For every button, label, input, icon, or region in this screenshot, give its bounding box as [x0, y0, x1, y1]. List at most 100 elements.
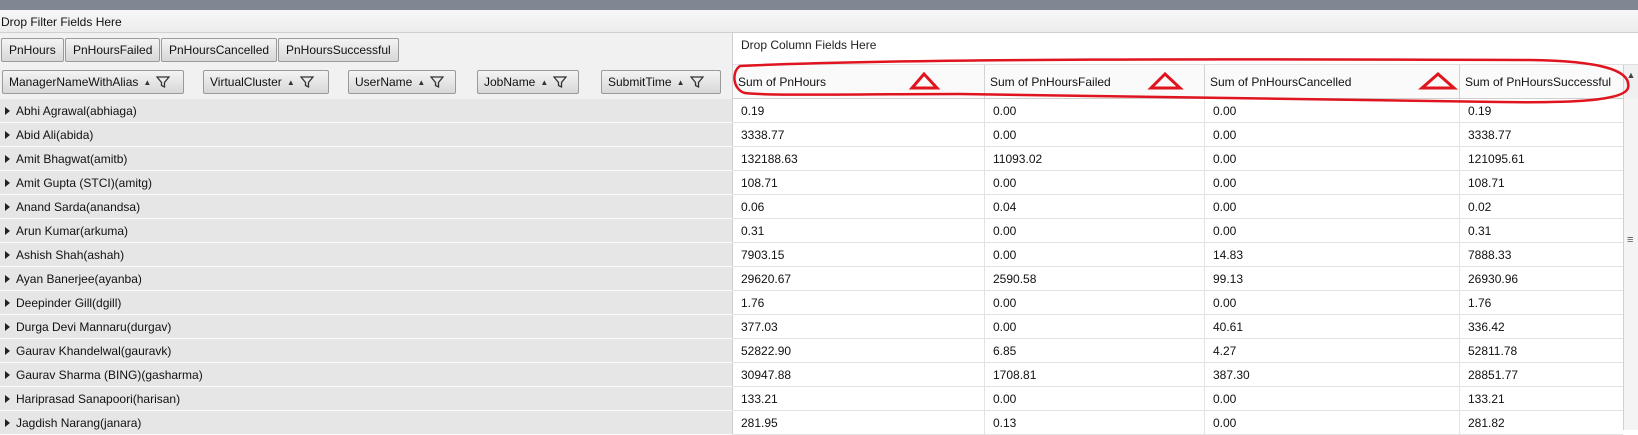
- list-item[interactable]: Hariprasad Sanapoori(harisan): [0, 387, 733, 411]
- table-cell[interactable]: 0.00: [1205, 147, 1460, 170]
- table-cell[interactable]: 2590.58: [985, 267, 1205, 290]
- list-item[interactable]: Abhi Agrawal(abhiaga): [0, 99, 733, 123]
- table-cell[interactable]: 0.13: [985, 411, 1205, 434]
- table-cell[interactable]: 133.21: [1460, 387, 1623, 410]
- table-cell[interactable]: 3338.77: [733, 123, 985, 146]
- table-cell[interactable]: 0.06: [733, 195, 985, 218]
- table-cell[interactable]: 11093.02: [985, 147, 1205, 170]
- row-field-username[interactable]: UserName ▲: [348, 70, 456, 94]
- list-item[interactable]: Durga Devi Mannaru(durgav): [0, 315, 733, 339]
- table-cell[interactable]: 52822.90: [733, 339, 985, 362]
- table-cell[interactable]: 0.00: [1205, 411, 1460, 434]
- table-cell[interactable]: 1708.81: [985, 363, 1205, 386]
- table-cell[interactable]: 4.27: [1205, 339, 1460, 362]
- sort-ascending-icon[interactable]: ▲: [417, 78, 425, 87]
- table-cell[interactable]: 14.83: [1205, 243, 1460, 266]
- list-item[interactable]: Ashish Shah(ashah): [0, 243, 733, 267]
- data-field-pnhours[interactable]: PnHours: [1, 38, 64, 62]
- table-cell[interactable]: 28851.77: [1460, 363, 1623, 386]
- column-drop-zone[interactable]: Drop Column Fields Here: [733, 33, 1638, 65]
- table-cell[interactable]: 0.19: [1460, 99, 1623, 122]
- list-item[interactable]: Arun Kumar(arkuma): [0, 219, 733, 243]
- filter-drop-zone[interactable]: Drop Filter Fields Here: [0, 10, 1638, 33]
- column-header-sum-pnhourssuccessful[interactable]: Sum of PnHoursSuccessful: [1460, 65, 1623, 98]
- table-cell[interactable]: 7888.33: [1460, 243, 1623, 266]
- table-cell[interactable]: 29620.67: [733, 267, 985, 290]
- filter-funnel-icon[interactable]: [689, 75, 704, 89]
- row-field-jobname[interactable]: JobName ▲: [477, 70, 579, 94]
- table-cell[interactable]: 0.31: [733, 219, 985, 242]
- table-cell[interactable]: 0.00: [985, 123, 1205, 146]
- table-cell[interactable]: 0.00: [1205, 195, 1460, 218]
- list-item[interactable]: Anand Sarda(anandsa): [0, 195, 733, 219]
- row-field-submittime[interactable]: SubmitTime ▲: [601, 70, 721, 94]
- table-cell[interactable]: 281.95: [733, 411, 985, 434]
- table-cell[interactable]: 3338.77: [1460, 123, 1623, 146]
- data-fields-zone[interactable]: PnHours PnHoursFailed PnHoursCancelled P…: [0, 33, 733, 65]
- table-cell[interactable]: 336.42: [1460, 315, 1623, 338]
- expand-arrow-icon[interactable]: [5, 298, 10, 307]
- table-cell[interactable]: 132188.63: [733, 147, 985, 170]
- expand-arrow-icon[interactable]: [5, 226, 10, 235]
- table-cell[interactable]: 0.00: [1205, 219, 1460, 242]
- expand-arrow-icon[interactable]: [5, 370, 10, 379]
- table-cell[interactable]: 387.30: [1205, 363, 1460, 386]
- table-cell[interactable]: 0.00: [985, 171, 1205, 194]
- row-fields-zone[interactable]: ManagerNameWithAlias ▲ VirtualCluster ▲ …: [0, 65, 733, 99]
- table-cell[interactable]: 0.00: [985, 291, 1205, 314]
- table-cell[interactable]: 0.00: [985, 219, 1205, 242]
- filter-funnel-icon[interactable]: [156, 75, 171, 89]
- list-item[interactable]: Gaurav Khandelwal(gauravk): [0, 339, 733, 363]
- expand-arrow-icon[interactable]: [5, 274, 10, 283]
- table-cell[interactable]: 0.00: [1205, 387, 1460, 410]
- vertical-scrollbar[interactable]: ≡: [1623, 99, 1638, 430]
- table-cell[interactable]: 0.19: [733, 99, 985, 122]
- list-item[interactable]: Abid Ali(abida): [0, 123, 733, 147]
- sort-ascending-icon[interactable]: ▲: [540, 78, 548, 87]
- table-cell[interactable]: 108.71: [733, 171, 985, 194]
- table-cell[interactable]: 52811.78: [1460, 339, 1623, 362]
- expand-arrow-icon[interactable]: [5, 346, 10, 355]
- table-cell[interactable]: 99.13: [1205, 267, 1460, 290]
- list-item[interactable]: Ayan Banerjee(ayanba): [0, 267, 733, 291]
- table-cell[interactable]: 7903.15: [733, 243, 985, 266]
- expand-arrow-icon[interactable]: [5, 178, 10, 187]
- table-cell[interactable]: 30947.88: [733, 363, 985, 386]
- table-cell[interactable]: 0.00: [1205, 99, 1460, 122]
- column-menu-icon[interactable]: ▲: [1623, 65, 1638, 99]
- table-cell[interactable]: 377.03: [733, 315, 985, 338]
- sort-ascending-icon[interactable]: ▲: [287, 78, 295, 87]
- table-cell[interactable]: 1.76: [1460, 291, 1623, 314]
- table-cell[interactable]: 281.82: [1460, 411, 1623, 434]
- column-header-sum-pnhoursfailed[interactable]: Sum of PnHoursFailed: [985, 65, 1205, 98]
- table-cell[interactable]: 0.00: [1205, 291, 1460, 314]
- table-cell[interactable]: 0.02: [1460, 195, 1623, 218]
- table-cell[interactable]: 0.04: [985, 195, 1205, 218]
- table-cell[interactable]: 108.71: [1460, 171, 1623, 194]
- sort-ascending-icon[interactable]: ▲: [143, 78, 151, 87]
- expand-arrow-icon[interactable]: [5, 418, 10, 427]
- table-cell[interactable]: 0.00: [985, 99, 1205, 122]
- list-item[interactable]: Deepinder Gill(dgill): [0, 291, 733, 315]
- list-item[interactable]: Gaurav Sharma (BING)(gasharma): [0, 363, 733, 387]
- table-cell[interactable]: 0.31: [1460, 219, 1623, 242]
- sort-ascending-icon[interactable]: ▲: [677, 78, 685, 87]
- list-item[interactable]: Jagdish Narang(janara): [0, 411, 733, 435]
- table-cell[interactable]: 1.76: [733, 291, 985, 314]
- list-item[interactable]: Amit Bhagwat(amitb): [0, 147, 733, 171]
- expand-arrow-icon[interactable]: [5, 130, 10, 139]
- list-item[interactable]: Amit Gupta (STCI)(amitg): [0, 171, 733, 195]
- table-cell[interactable]: 121095.61: [1460, 147, 1623, 170]
- data-field-pnhourssuccessful[interactable]: PnHoursSuccessful: [278, 38, 399, 62]
- column-header-sum-pnhours[interactable]: Sum of PnHours: [733, 65, 985, 98]
- table-cell[interactable]: 6.85: [985, 339, 1205, 362]
- expand-arrow-icon[interactable]: [5, 394, 10, 403]
- expand-arrow-icon[interactable]: [5, 202, 10, 211]
- data-field-pnhourscancelled[interactable]: PnHoursCancelled: [161, 38, 278, 62]
- row-field-managernamewithalias[interactable]: ManagerNameWithAlias ▲: [2, 70, 184, 94]
- filter-funnel-icon[interactable]: [299, 75, 314, 89]
- filter-funnel-icon[interactable]: [430, 75, 445, 89]
- table-cell[interactable]: 40.61: [1205, 315, 1460, 338]
- table-cell[interactable]: 0.00: [985, 387, 1205, 410]
- table-cell[interactable]: 0.00: [1205, 171, 1460, 194]
